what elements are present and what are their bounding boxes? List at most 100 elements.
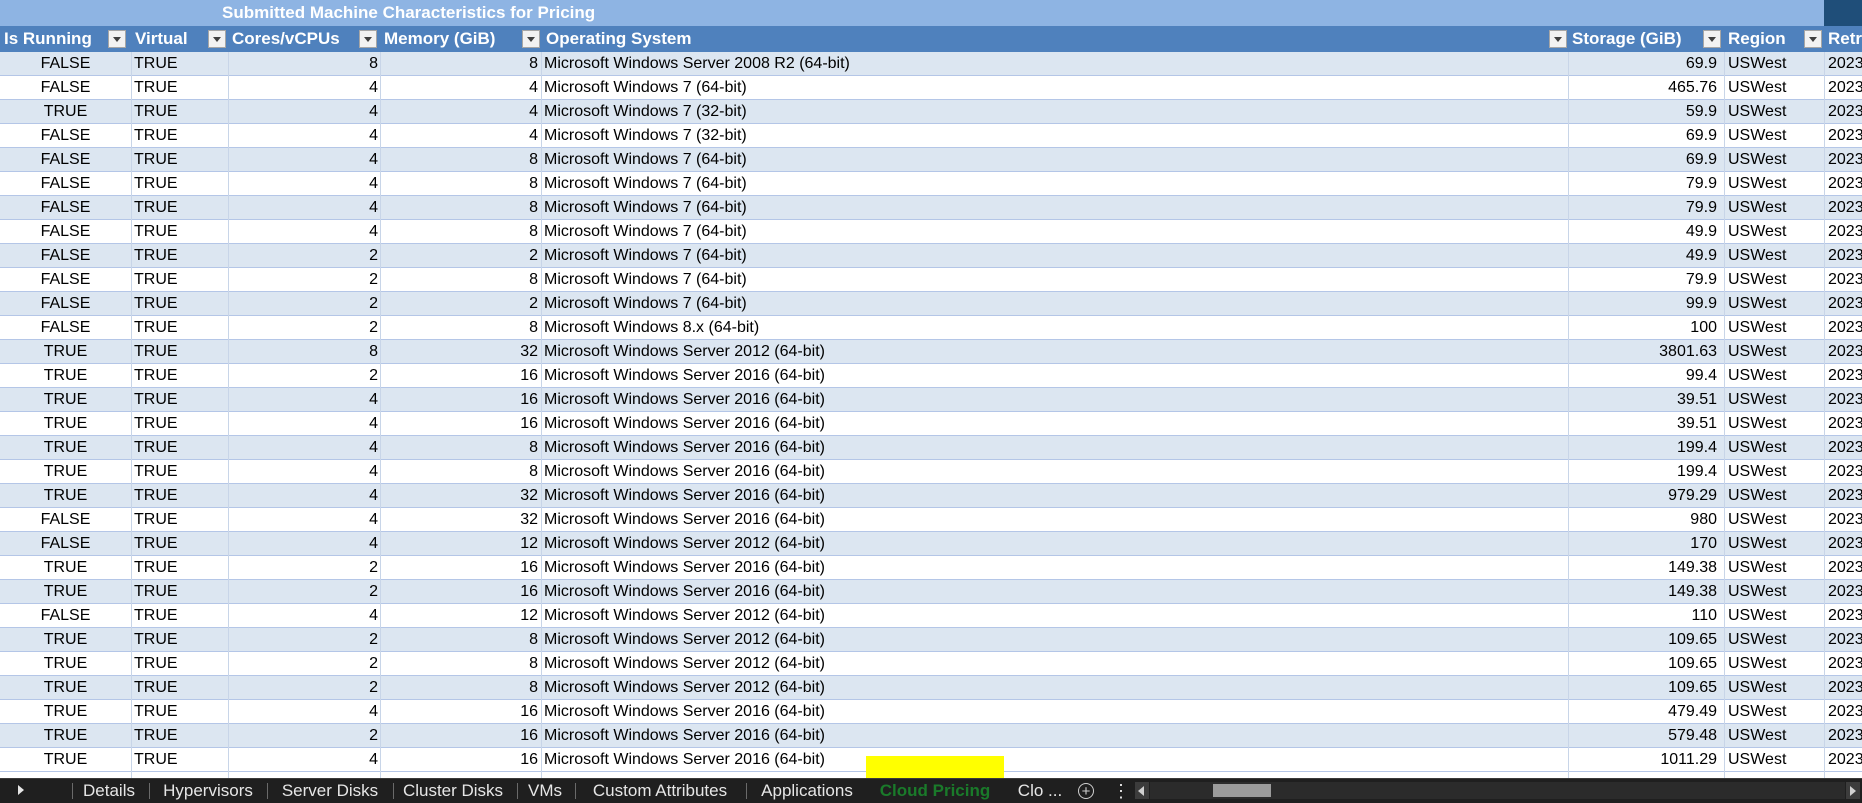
cell-cores[interactable]: 2: [228, 556, 380, 579]
cell-virtual[interactable]: TRUE: [131, 340, 228, 363]
cell-retrieved[interactable]: 2023: [1826, 604, 1862, 627]
cell-operating-system[interactable]: Microsoft Windows Server 2012 (64-bit): [542, 652, 1567, 675]
cell-is-running[interactable]: FALSE: [0, 292, 131, 315]
cell-region[interactable]: USWest: [1726, 292, 1822, 315]
cell-is-running[interactable]: TRUE: [0, 628, 131, 651]
cell-is-running[interactable]: TRUE: [0, 556, 131, 579]
cell-virtual[interactable]: TRUE: [131, 748, 228, 771]
cell-operating-system[interactable]: Microsoft Windows 7 (64-bit): [542, 244, 1567, 267]
cell-retrieved[interactable]: 2023: [1826, 532, 1862, 555]
cell-is-running[interactable]: FALSE: [0, 268, 131, 291]
cell-is-running[interactable]: TRUE: [0, 676, 131, 699]
cell-memory[interactable]: 32: [380, 484, 540, 507]
cell-storage[interactable]: 109.65: [1568, 652, 1720, 675]
cell-memory[interactable]: 16: [380, 388, 540, 411]
cell-memory[interactable]: 2: [380, 244, 540, 267]
filter-dropdown-icon[interactable]: [1549, 30, 1567, 48]
cell-memory[interactable]: 16: [380, 700, 540, 723]
cell-cores[interactable]: 2: [228, 628, 380, 651]
cell-storage[interactable]: 465.76: [1568, 76, 1720, 99]
cell-virtual[interactable]: TRUE: [131, 460, 228, 483]
cell-virtual[interactable]: TRUE: [131, 172, 228, 195]
cell-region[interactable]: USWest: [1726, 388, 1822, 411]
tab-cluster-disks[interactable]: Cluster Disks: [397, 779, 509, 803]
cell-operating-system[interactable]: Microsoft Windows 7 (64-bit): [542, 292, 1567, 315]
cell-storage[interactable]: 100: [1568, 316, 1720, 339]
cell-storage[interactable]: 59.9: [1568, 100, 1720, 123]
cell-storage[interactable]: 79.9: [1568, 196, 1720, 219]
cell-memory[interactable]: 8: [380, 676, 540, 699]
cell-cores[interactable]: 4: [228, 172, 380, 195]
tab-applications[interactable]: Applications: [750, 779, 864, 803]
cell-virtual[interactable]: TRUE: [131, 124, 228, 147]
cell-cores[interactable]: 4: [228, 76, 380, 99]
cell-cores[interactable]: 2: [228, 244, 380, 267]
cell-virtual[interactable]: TRUE: [131, 484, 228, 507]
cell-memory[interactable]: 8: [380, 316, 540, 339]
cell-cores[interactable]: 4: [228, 100, 380, 123]
cell-retrieved[interactable]: 2023: [1826, 340, 1862, 363]
cell-is-running[interactable]: TRUE: [0, 580, 131, 603]
cell-storage[interactable]: 199.4: [1568, 436, 1720, 459]
cell-storage[interactable]: 69.9: [1568, 148, 1720, 171]
cell-storage[interactable]: 109.65: [1568, 676, 1720, 699]
cell-is-running[interactable]: FALSE: [0, 508, 131, 531]
header-retrieved[interactable]: Retr: [1824, 26, 1862, 52]
cell-virtual[interactable]: TRUE: [131, 556, 228, 579]
cell-operating-system[interactable]: Microsoft Windows Server 2016 (64-bit): [542, 508, 1567, 531]
tab-details[interactable]: Details: [76, 779, 142, 803]
cell-operating-system[interactable]: Microsoft Windows 7 (64-bit): [542, 148, 1567, 171]
cell-virtual[interactable]: TRUE: [131, 196, 228, 219]
cell-region[interactable]: USWest: [1726, 172, 1822, 195]
cell-storage[interactable]: 479.49: [1568, 700, 1720, 723]
tab-custom-attributes[interactable]: Custom Attributes: [579, 779, 741, 803]
cell-memory[interactable]: 4: [380, 124, 540, 147]
cell-retrieved[interactable]: 2023: [1826, 292, 1862, 315]
cell-virtual[interactable]: TRUE: [131, 76, 228, 99]
cell-retrieved[interactable]: 2023: [1826, 196, 1862, 219]
cell-region[interactable]: USWest: [1726, 52, 1822, 75]
cell-region[interactable]: USWest: [1726, 532, 1822, 555]
cell-retrieved[interactable]: 2023: [1826, 628, 1862, 651]
cell-virtual[interactable]: TRUE: [131, 148, 228, 171]
cell-cores[interactable]: 4: [228, 148, 380, 171]
cell-virtual[interactable]: TRUE: [131, 532, 228, 555]
cell-memory[interactable]: 8: [380, 220, 540, 243]
cell-operating-system[interactable]: Microsoft Windows Server 2016 (64-bit): [542, 724, 1567, 747]
cell-operating-system[interactable]: Microsoft Windows 8.x (64-bit): [542, 316, 1567, 339]
cell-cores[interactable]: 2: [228, 316, 380, 339]
cell-is-running[interactable]: FALSE: [0, 604, 131, 627]
cell-storage[interactable]: 1011.29: [1568, 748, 1720, 771]
cell-memory[interactable]: 8: [380, 628, 540, 651]
cell-cores[interactable]: 2: [228, 676, 380, 699]
cell-operating-system[interactable]: Microsoft Windows Server 2016 (64-bit): [542, 748, 1567, 771]
cell-retrieved[interactable]: 2023: [1826, 220, 1862, 243]
cell-cores[interactable]: 8: [228, 340, 380, 363]
cell-region[interactable]: USWest: [1726, 196, 1822, 219]
cell-region[interactable]: USWest: [1726, 508, 1822, 531]
cell-cores[interactable]: 4: [228, 748, 380, 771]
cell-virtual[interactable]: TRUE: [131, 724, 228, 747]
cell-virtual[interactable]: TRUE: [131, 268, 228, 291]
cell-cores[interactable]: 4: [228, 436, 380, 459]
cell-is-running[interactable]: TRUE: [0, 484, 131, 507]
cell-is-running[interactable]: TRUE: [0, 748, 131, 771]
plus-circle-icon[interactable]: +: [1078, 783, 1094, 799]
cell-operating-system[interactable]: Microsoft Windows Server 2012 (64-bit): [542, 532, 1567, 555]
cell-memory[interactable]: 8: [380, 460, 540, 483]
cell-region[interactable]: USWest: [1726, 100, 1822, 123]
cell-operating-system[interactable]: Microsoft Windows Server 2016 (64-bit): [542, 388, 1567, 411]
kebab-menu-icon[interactable]: ⋮: [1112, 781, 1130, 801]
cell-is-running[interactable]: TRUE: [0, 340, 131, 363]
cell-region[interactable]: USWest: [1726, 556, 1822, 579]
cell-operating-system[interactable]: Microsoft Windows 7 (64-bit): [542, 76, 1567, 99]
cell-storage[interactable]: 69.9: [1568, 124, 1720, 147]
tab-hypervisors[interactable]: Hypervisors: [153, 779, 263, 803]
cell-region[interactable]: USWest: [1726, 364, 1822, 387]
cell-retrieved[interactable]: 2023: [1826, 652, 1862, 675]
cell-memory[interactable]: 16: [380, 556, 540, 579]
cell-region[interactable]: USWest: [1726, 604, 1822, 627]
cell-memory[interactable]: 12: [380, 604, 540, 627]
cell-is-running[interactable]: FALSE: [0, 172, 131, 195]
cell-operating-system[interactable]: Microsoft Windows Server 2016 (64-bit): [542, 700, 1567, 723]
